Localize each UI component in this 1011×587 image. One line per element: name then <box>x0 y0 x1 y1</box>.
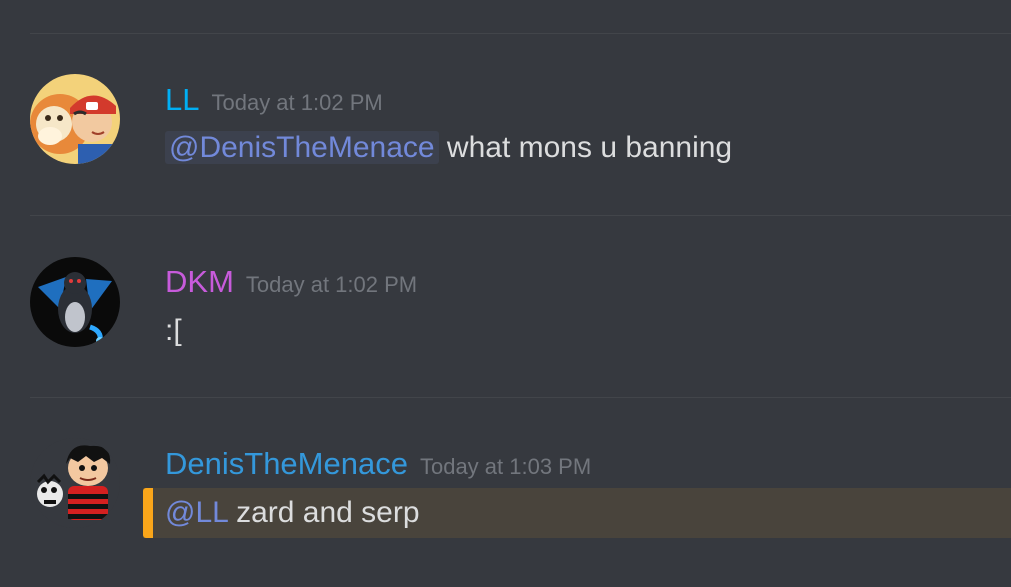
dennis-the-menace-cartoon-avatar <box>30 438 120 528</box>
timestamp: Today at 1:03 PM <box>419 454 592 479</box>
message-text: zard and serp <box>236 496 420 529</box>
message-denisthemenace[interactable]: DenisTheMenace Today at 1:03 PM @LL zard… <box>0 0 1011 587</box>
avatar-denisthemenace[interactable] <box>30 438 120 528</box>
user-mention[interactable]: @LL <box>165 496 228 529</box>
mention-highlight-bar <box>143 488 153 538</box>
message-content: @LL zard and serp <box>165 488 420 538</box>
mention-highlight-row: @LL zard and serp <box>143 488 1011 538</box>
chat-messages: LL Today at 1:02 PM @DenisTheMenace what… <box>0 0 1011 587</box>
username[interactable]: DenisTheMenace <box>165 446 408 482</box>
